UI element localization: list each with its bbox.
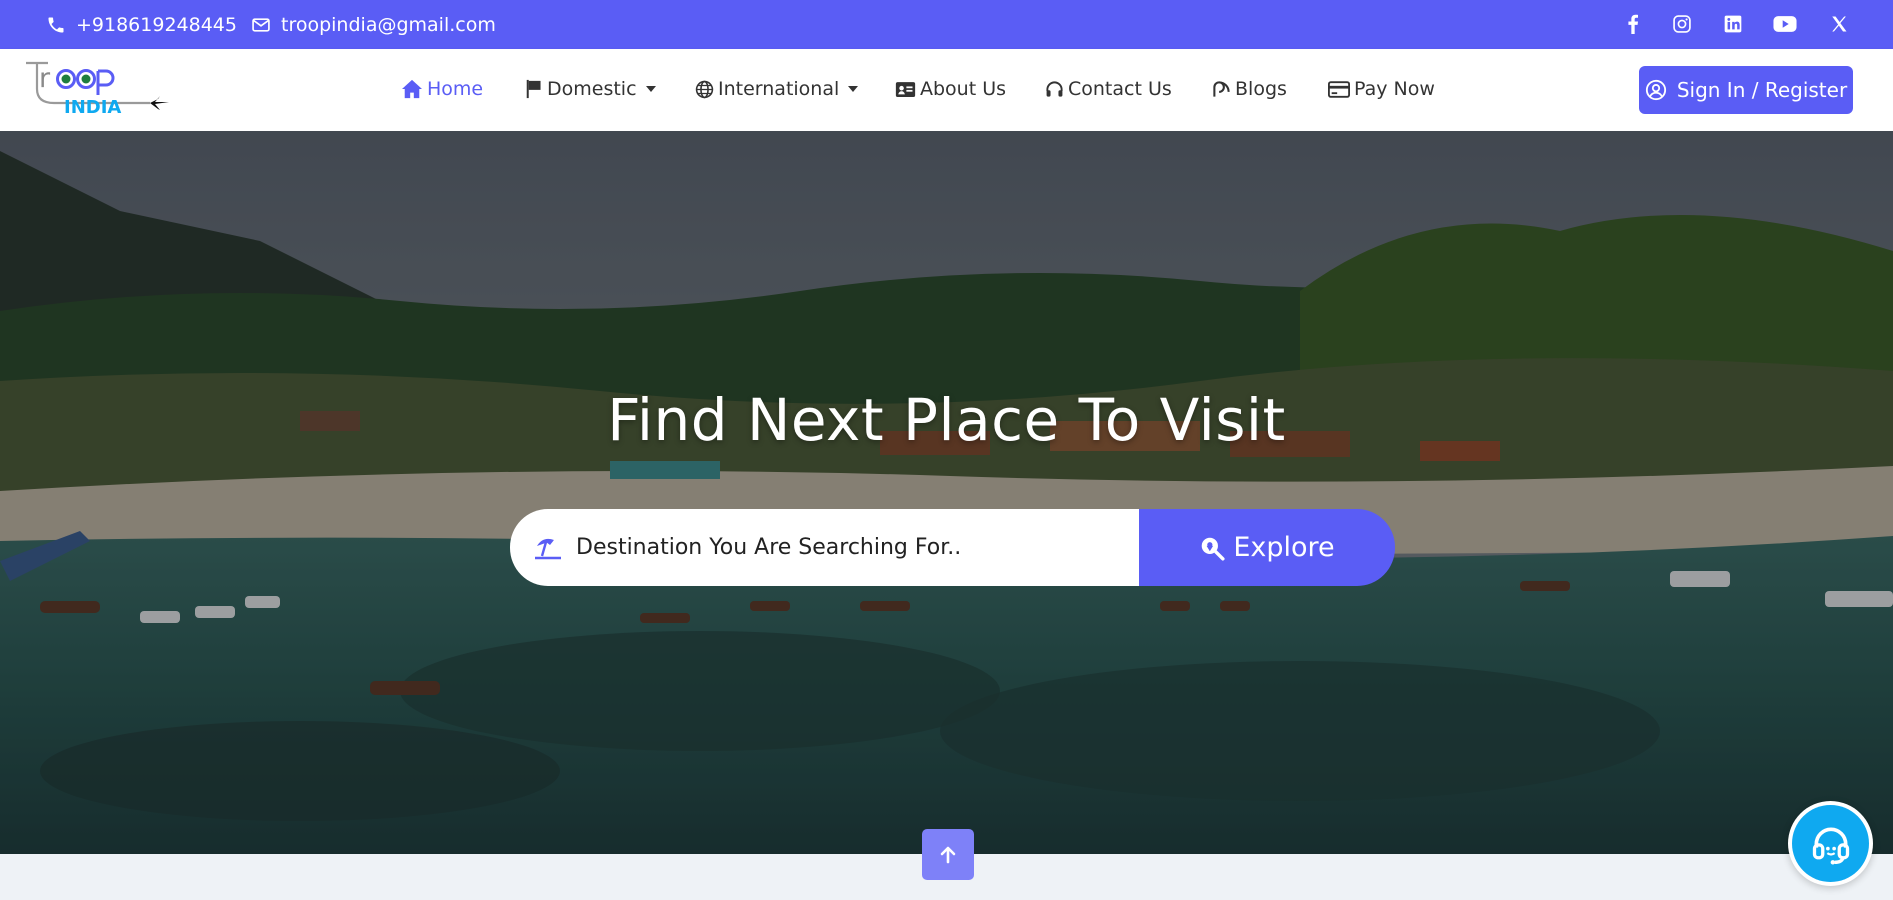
phone-icon (48, 17, 64, 32)
phone-number: +918619248445 (76, 13, 237, 36)
linkedin-icon[interactable] (1721, 12, 1745, 36)
beach-background-image (0, 131, 1893, 854)
explore-label: Explore (1233, 532, 1335, 563)
umbrella-beach-icon (535, 538, 561, 559)
home-icon (402, 79, 422, 99)
sign-in-register-label: Sign In / Register (1676, 78, 1848, 102)
nav-international[interactable]: International (695, 77, 859, 101)
scroll-to-top-button[interactable] (922, 829, 974, 880)
nav-international-label: International (718, 78, 840, 100)
destination-search-field[interactable] (510, 509, 1140, 586)
arrow-up-icon (940, 846, 956, 863)
nav-home-label: Home (427, 78, 484, 100)
nav-contact[interactable]: Contact Us (1045, 77, 1172, 101)
globe-icon (695, 80, 714, 98)
x-icon[interactable] (1827, 12, 1851, 36)
nav-contact-label: Contact Us (1068, 78, 1172, 100)
hero-banner: Find Next Place To Visit Explore (0, 131, 1893, 854)
envelope-icon (252, 17, 270, 32)
headset-icon (1046, 80, 1063, 97)
nav-pay-label: Pay Now (1354, 78, 1435, 100)
top-contact-bar: +918619248445 troopindia@gmail.com (0, 0, 1893, 49)
nav-pay[interactable]: Pay Now (1328, 77, 1435, 101)
destination-search-input[interactable] (576, 535, 1096, 560)
blog-icon (1213, 80, 1230, 97)
svg-text:r: r (39, 63, 51, 94)
flag-icon (526, 79, 541, 99)
explore-button[interactable]: Explore (1139, 509, 1395, 586)
nav-blogs-label: Blogs (1235, 78, 1287, 100)
nav-domestic-label: Domestic (547, 78, 637, 100)
id-card-icon (895, 81, 916, 97)
chevron-down-icon (848, 86, 859, 92)
nav-about[interactable]: About Us (895, 77, 1006, 101)
nav-blogs[interactable]: Blogs (1212, 77, 1287, 101)
phone-contact[interactable]: +918619248445 (46, 0, 237, 49)
instagram-icon[interactable] (1670, 12, 1694, 36)
chevron-down-icon (645, 86, 656, 92)
support-inner-circle (1792, 805, 1869, 882)
email-contact[interactable]: troopindia@gmail.com (251, 0, 496, 49)
facebook-icon[interactable] (1621, 12, 1645, 36)
headset-support-icon (1812, 827, 1849, 865)
nav-domestic[interactable]: Domestic (525, 77, 656, 101)
nav-about-label: About Us (920, 78, 1007, 100)
main-navbar: r INDIA Home Domestic International Abou… (0, 49, 1893, 131)
nav-home[interactable]: Home (401, 77, 483, 101)
credit-card-icon (1328, 80, 1350, 98)
email-address: troopindia@gmail.com (281, 13, 496, 36)
youtube-icon[interactable] (1773, 12, 1797, 36)
user-circle-icon (1645, 79, 1666, 101)
support-chat-button[interactable] (1788, 801, 1873, 886)
hero-heading: Find Next Place To Visit (607, 386, 1286, 454)
troop-india-logo[interactable]: r INDIA (22, 59, 172, 123)
destination-search-form: Explore (510, 509, 1395, 586)
search-location-icon (1202, 537, 1225, 561)
svg-text:INDIA: INDIA (64, 97, 121, 118)
sign-in-register-button[interactable]: Sign In / Register (1639, 66, 1853, 114)
